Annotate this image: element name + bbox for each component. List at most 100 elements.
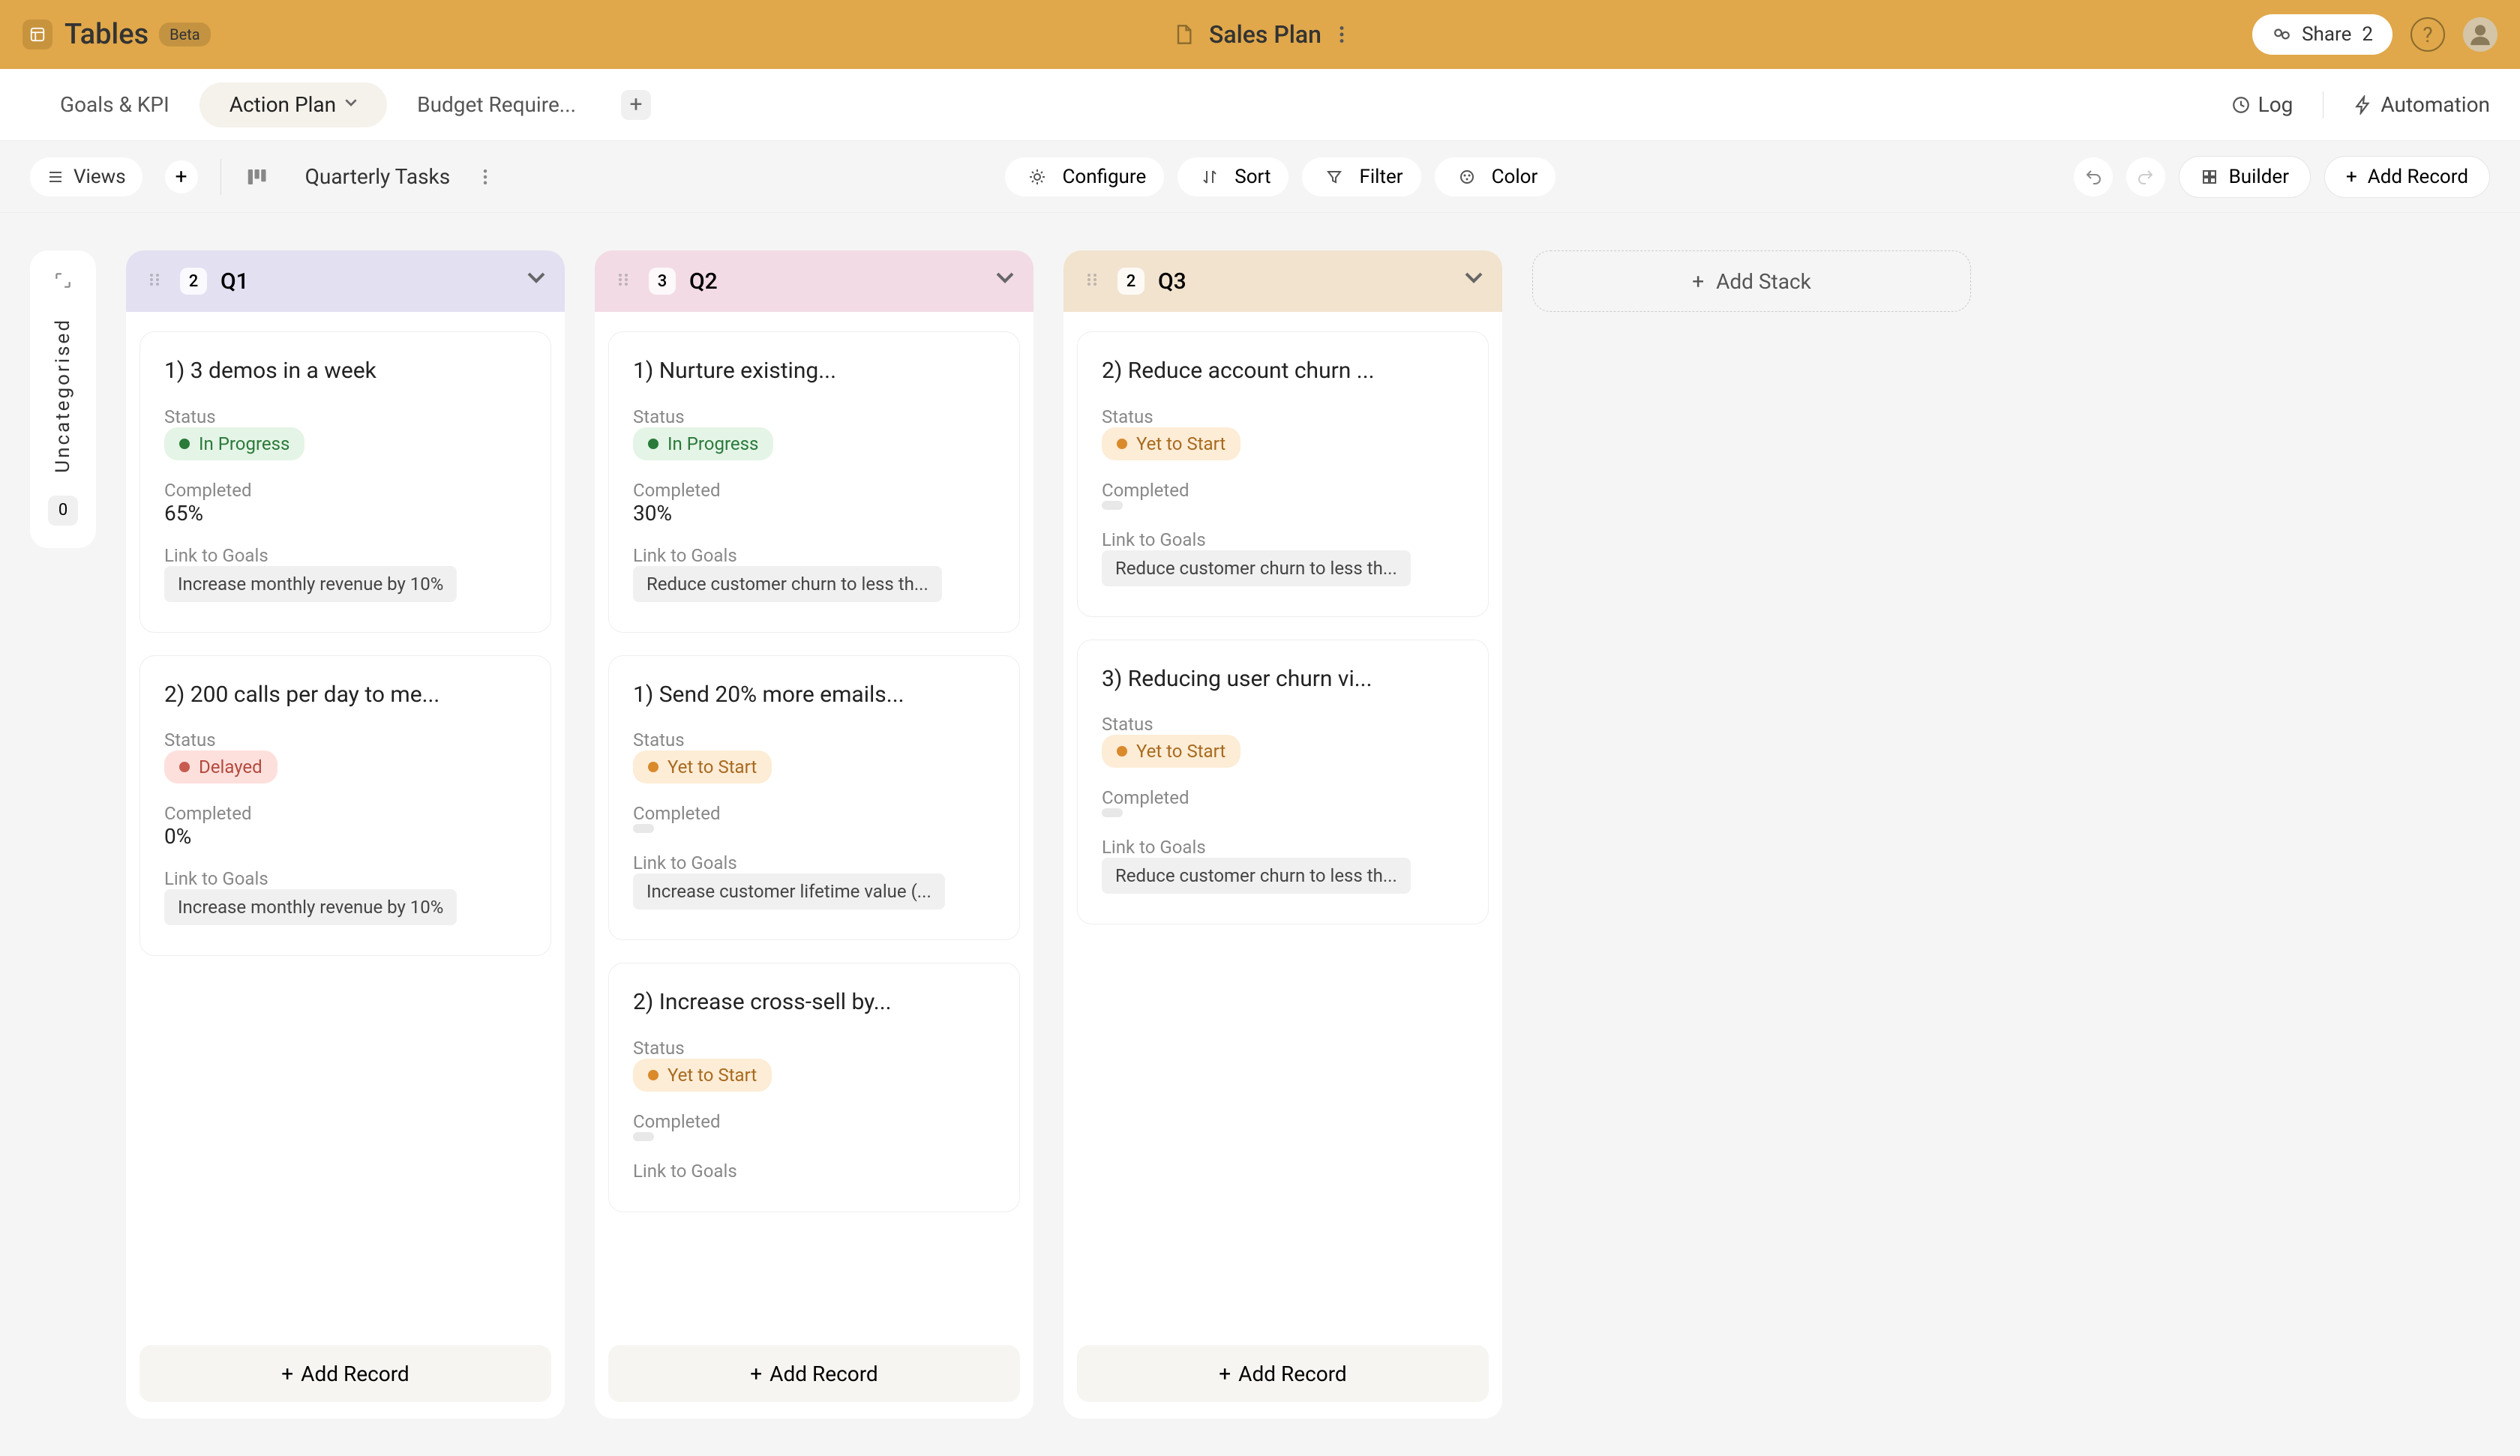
plus-icon: + xyxy=(281,1362,293,1386)
filter-icon xyxy=(1320,163,1348,191)
log-button[interactable]: Log xyxy=(2231,92,2294,117)
sort-button[interactable]: Sort xyxy=(1178,157,1288,196)
drag-icon[interactable] xyxy=(146,271,166,292)
stack-footer: + Add Record xyxy=(595,1335,1034,1419)
tab-label: Goals & KPI xyxy=(60,92,170,117)
share-button[interactable]: Share 2 xyxy=(2252,14,2392,55)
user-avatar[interactable] xyxy=(2463,17,2498,52)
doc-menu-icon[interactable] xyxy=(1335,26,1348,43)
card[interactable]: 1) Nurture existing... Status In Progres… xyxy=(608,331,1020,633)
help-icon[interactable]: ? xyxy=(2410,17,2445,52)
stack-name: Q2 xyxy=(689,268,718,295)
completed-empty xyxy=(1102,808,1123,817)
drag-icon[interactable] xyxy=(614,271,635,292)
stack-count: 3 xyxy=(649,268,676,295)
status-pill: Yet to Start xyxy=(1102,427,1240,460)
filter-button[interactable]: Filter xyxy=(1302,157,1420,196)
cards-list: 1) Nurture existing... Status In Progres… xyxy=(595,312,1034,1335)
expand-icon[interactable] xyxy=(48,265,78,295)
add-record-button[interactable]: + Add Record xyxy=(2324,156,2490,198)
goal-chip[interactable]: Increase customer lifetime value (... xyxy=(633,873,945,909)
color-icon xyxy=(1453,163,1481,191)
card[interactable]: 2) 200 calls per day to me... Status Del… xyxy=(140,655,551,957)
completed-empty xyxy=(633,824,654,833)
status-label: Status xyxy=(164,406,526,427)
filter-label: Filter xyxy=(1359,166,1402,188)
uncategorised-label: Uncategorised xyxy=(52,318,74,473)
views-button[interactable]: Views xyxy=(30,157,142,196)
divider xyxy=(220,159,221,195)
status-pill: Yet to Start xyxy=(633,1059,772,1092)
chevron-down-icon[interactable] xyxy=(996,272,1014,290)
add-record-label: Add Record xyxy=(770,1362,878,1386)
goal-chip[interactable]: Reduce customer churn to less th... xyxy=(1102,550,1411,586)
view-name[interactable]: Quarterly Tasks xyxy=(305,164,451,189)
redo-button[interactable] xyxy=(2126,157,2165,196)
add-record-in-stack[interactable]: + Add Record xyxy=(140,1345,551,1402)
plus-icon: + xyxy=(2346,166,2357,188)
completed-label: Completed xyxy=(633,480,995,501)
uncategorised-column[interactable]: Uncategorised 0 xyxy=(30,250,96,548)
link-goals-label: Link to Goals xyxy=(633,852,995,873)
link-goals-label: Link to Goals xyxy=(633,1161,995,1182)
drag-icon[interactable] xyxy=(1083,271,1104,292)
tab-action-plan[interactable]: Action Plan xyxy=(200,82,387,127)
plus-icon: + xyxy=(1219,1362,1231,1386)
status-pill: In Progress xyxy=(164,427,304,460)
tab-budget[interactable]: Budget Require... xyxy=(387,82,606,127)
add-stack-button[interactable]: + Add Stack xyxy=(1532,250,1971,312)
doc-title[interactable]: Sales Plan xyxy=(1209,20,1322,49)
tab-goals-kpi[interactable]: Goals & KPI xyxy=(30,82,200,127)
goal-chip[interactable]: Increase monthly revenue by 10% xyxy=(164,566,457,602)
status-label: Status xyxy=(633,1038,995,1059)
goal-chip[interactable]: Reduce customer churn to less th... xyxy=(633,566,942,602)
card[interactable]: 2) Increase cross-sell by... Status Yet … xyxy=(608,963,1020,1212)
status-dot xyxy=(1117,439,1127,449)
card[interactable]: 1) 3 demos in a week Status In Progress … xyxy=(140,331,551,633)
configure-label: Configure xyxy=(1062,166,1146,188)
status-dot xyxy=(648,1070,658,1080)
stack-header[interactable]: 2 Q1 xyxy=(126,250,565,312)
add-record-in-stack[interactable]: + Add Record xyxy=(608,1345,1020,1402)
status-label: Status xyxy=(1102,714,1464,735)
configure-button[interactable]: Configure xyxy=(1005,157,1164,196)
completed-label: Completed xyxy=(1102,480,1464,501)
add-stack-label: Add Stack xyxy=(1716,269,1811,294)
chevron-down-icon[interactable] xyxy=(1465,272,1483,290)
add-record-label: Add Record xyxy=(1238,1362,1347,1386)
card-title: 1) Send 20% more emails... xyxy=(633,680,995,711)
builder-button[interactable]: Builder xyxy=(2179,156,2311,198)
status-text: In Progress xyxy=(199,433,290,454)
kanban-icon xyxy=(244,164,269,190)
color-button[interactable]: Color xyxy=(1435,157,1556,196)
app-name: Tables xyxy=(64,18,148,51)
chevron-down-icon[interactable] xyxy=(527,272,545,290)
stack-q3: 2 Q3 2) Reduce account churn ... Status … xyxy=(1064,250,1502,1419)
stack-header[interactable]: 2 Q3 xyxy=(1064,250,1502,312)
status-pill: Delayed xyxy=(164,750,278,783)
add-view-button[interactable]: + xyxy=(165,160,198,193)
tab-label: Budget Require... xyxy=(417,92,576,117)
add-tab-button[interactable]: + xyxy=(621,90,651,120)
link-goals-label: Link to Goals xyxy=(1102,529,1464,550)
add-record-in-stack[interactable]: + Add Record xyxy=(1077,1345,1489,1402)
doc-title-wrap: Sales Plan xyxy=(1172,20,1348,49)
completed-label: Completed xyxy=(164,803,526,824)
cards-list: 1) 3 demos in a week Status In Progress … xyxy=(126,312,565,1335)
goal-chip[interactable]: Reduce customer churn to less th... xyxy=(1102,858,1411,894)
sheet-tabs: Goals & KPI Action Plan Budget Require..… xyxy=(0,69,2520,141)
stack-header[interactable]: 3 Q2 xyxy=(595,250,1034,312)
card[interactable]: 3) Reducing user churn vi... Status Yet … xyxy=(1077,640,1489,925)
undo-button[interactable] xyxy=(2074,157,2113,196)
status-pill: Yet to Start xyxy=(633,750,772,783)
automation-button[interactable]: Automation xyxy=(2354,92,2490,117)
card[interactable]: 1) Send 20% more emails... Status Yet to… xyxy=(608,655,1020,941)
top-bar: Tables Beta Sales Plan Share 2 ? xyxy=(0,0,2520,69)
status-dot xyxy=(648,439,658,449)
view-menu-icon[interactable] xyxy=(483,169,488,184)
goal-chip[interactable]: Increase monthly revenue by 10% xyxy=(164,889,457,925)
card-title: 1) 3 demos in a week xyxy=(164,356,526,387)
card[interactable]: 2) Reduce account churn ... Status Yet t… xyxy=(1077,331,1489,617)
divider xyxy=(2323,91,2324,118)
status-label: Status xyxy=(633,729,995,750)
